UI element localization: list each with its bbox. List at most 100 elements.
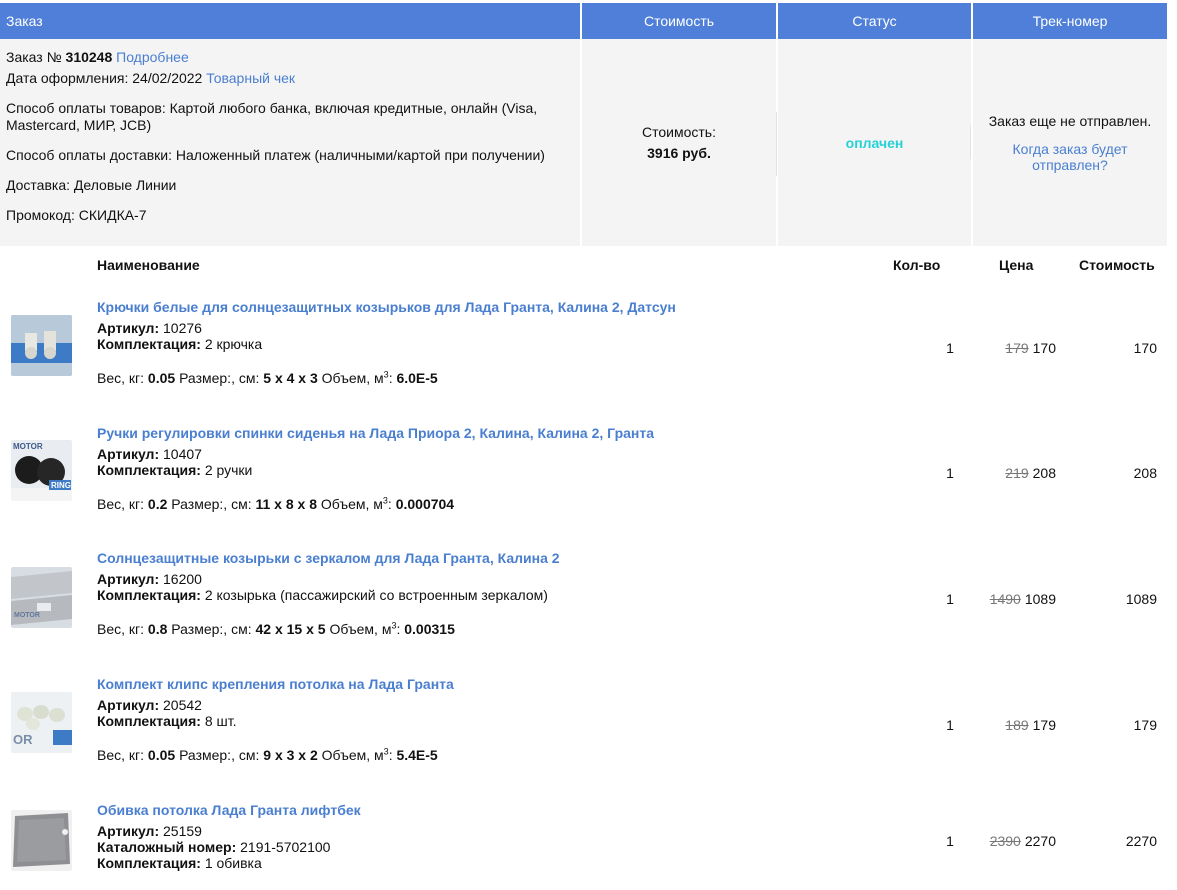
cost-label: Стоимость: (642, 123, 716, 140)
product-name-link[interactable]: Комплект клипс крепления потолка на Лада… (97, 676, 454, 692)
weight-value: 0.8 (147, 621, 168, 637)
payment-goods: Способ оплаты товаров: Картой любого бан… (6, 100, 538, 133)
kit-line: Комплектация: 2 козырька (пассажирский с… (97, 587, 548, 603)
col-price: Цена (999, 257, 1034, 273)
kit-line: Комплектация: 2 крючка (97, 336, 262, 352)
size-label: Размер:, см: (171, 496, 252, 512)
kit-value: 2 козырька (пассажирский со встроенным з… (204, 587, 548, 603)
size-value: 5 x 4 x 3 (263, 370, 318, 386)
volume-unit: 3 (382, 495, 388, 506)
article-label: Артикул: (97, 320, 160, 336)
col-name: Наименование (97, 257, 200, 273)
receipt-link[interactable]: Товарный чек (206, 70, 295, 86)
dimensions-line: Вес, кг: 0.2 Размер:, см: 11 x 8 x 8 Объ… (97, 495, 455, 512)
old-price: 219 (1005, 465, 1029, 481)
article-value: 16200 (163, 571, 202, 587)
volume-unit: 3 (391, 620, 397, 631)
watermark-text: RING (51, 481, 71, 490)
delivery-method: Доставка: Деловые Линии (6, 177, 177, 193)
item-price: 219 208 (980, 465, 1056, 481)
order-status: оплачен (778, 39, 971, 246)
kit-line: Комплектация: 2 ручки (97, 462, 252, 478)
size-label: Размер:, см: (171, 621, 252, 637)
article-label: Артикул: (97, 697, 160, 713)
volume-value: 0.000704 (395, 496, 455, 512)
weight-value: 0.2 (147, 496, 168, 512)
old-price: 2390 (989, 833, 1021, 849)
item-price: 2390 2270 (980, 833, 1056, 849)
kit-value: 1 обивка (204, 855, 262, 871)
order-number-line: Заказ № 310248 Подробнее (6, 49, 574, 66)
volume-value: 0.00315 (404, 621, 455, 637)
size-value: 11 x 8 x 8 (255, 496, 317, 512)
new-price: 170 (1032, 340, 1056, 356)
article-line: Артикул: 10276 (97, 320, 202, 336)
product-image[interactable]: OR (11, 692, 72, 753)
volume-unit: 3 (383, 746, 389, 757)
kit-label: Комплектация: (97, 587, 201, 603)
order-details-link[interactable]: Подробнее (116, 49, 189, 65)
item-price: 179 170 (980, 340, 1056, 356)
size-value: 9 x 3 x 2 (263, 747, 318, 763)
product-name-link[interactable]: Солнцезащитные козырьки с зеркалом для Л… (97, 550, 560, 566)
article-line: Артикул: 10407 (97, 446, 202, 462)
kit-line: Комплектация: 8 шт. (97, 713, 236, 729)
article-line: Артикул: 20542 (97, 697, 202, 713)
product-name-link[interactable]: Обивка потолка Лада Гранта лифтбек (97, 802, 361, 818)
volume-label: Объем, м (321, 747, 384, 763)
volume-label: Объем, м (320, 496, 383, 512)
product-name-link[interactable]: Крючки белые для солнцезащитных козырько… (97, 299, 676, 315)
volume-label: Объем, м (329, 621, 392, 637)
item-sum: 170 (1133, 340, 1157, 356)
dimensions-line: Вес, кг: 0.8 Размер:, см: 42 x 15 x 5 Об… (97, 620, 455, 637)
new-price: 1089 (1024, 591, 1056, 607)
catalog-value: 2191-5702100 (240, 839, 331, 855)
header-track: Трек-номер (973, 3, 1167, 39)
weight-label: Вес, кг: (97, 370, 145, 386)
kit-line: Комплектация: 1 обивка (97, 855, 262, 871)
kit-label: Комплектация: (97, 462, 201, 478)
order-number: 310248 (65, 49, 113, 65)
article-line: Артикул: 25159 (97, 823, 202, 839)
new-price: 2270 (1024, 833, 1056, 849)
product-image[interactable]: MOTOR (11, 567, 72, 628)
product-image[interactable] (11, 810, 72, 871)
order-track: Заказ еще не отправлен. Когда заказ буде… (973, 39, 1167, 246)
item-price: 1490 1089 (980, 591, 1056, 607)
product-image[interactable]: MOTOR RING (11, 440, 72, 501)
watermark-text: MOTOR (14, 612, 40, 619)
divider (970, 125, 971, 159)
article-value: 25159 (163, 823, 202, 839)
item-sum: 208 (1133, 465, 1157, 481)
header-cost: Стоимость (582, 3, 776, 39)
product-name-link[interactable]: Ручки регулировки спинки сиденья на Лада… (97, 425, 654, 441)
article-value: 10276 (163, 320, 202, 336)
item-qty: 1 (946, 833, 954, 849)
order-info-row: Заказ № 310248 Подробнее Дата оформления… (0, 39, 1167, 246)
header-status: Статус (778, 3, 971, 39)
volume-unit: 3 (383, 369, 389, 380)
new-price: 208 (1032, 465, 1056, 481)
item-qty: 1 (946, 340, 954, 356)
article-value: 20542 (163, 697, 202, 713)
item-sum: 2270 (1125, 833, 1157, 849)
volume-value: 6.0E-5 (396, 370, 438, 386)
order-details: Заказ № 310248 Подробнее Дата оформления… (0, 39, 580, 246)
track-when-link[interactable]: Когда заказ будет отправлен? (973, 141, 1167, 173)
volume-value: 5.4E-5 (396, 747, 438, 763)
catalog-label: Каталожный номер: (97, 839, 237, 855)
cost-value: 3916 руб. (647, 144, 711, 161)
order-table-header: Заказ Стоимость Статус Трек-номер (0, 3, 1167, 39)
watermark-text: OR (13, 732, 33, 747)
kit-label: Комплектация: (97, 855, 201, 871)
product-image[interactable] (11, 315, 72, 376)
kit-label: Комплектация: (97, 713, 201, 729)
new-price: 179 (1032, 717, 1056, 733)
old-price: 1490 (989, 591, 1021, 607)
old-price: 179 (1005, 340, 1029, 356)
payment-delivery: Способ оплаты доставки: Наложенный плате… (6, 147, 545, 163)
kit-value: 2 крючка (204, 336, 263, 352)
weight-label: Вес, кг: (97, 496, 145, 512)
divider (776, 112, 777, 176)
size-label: Размер:, см: (179, 747, 260, 763)
